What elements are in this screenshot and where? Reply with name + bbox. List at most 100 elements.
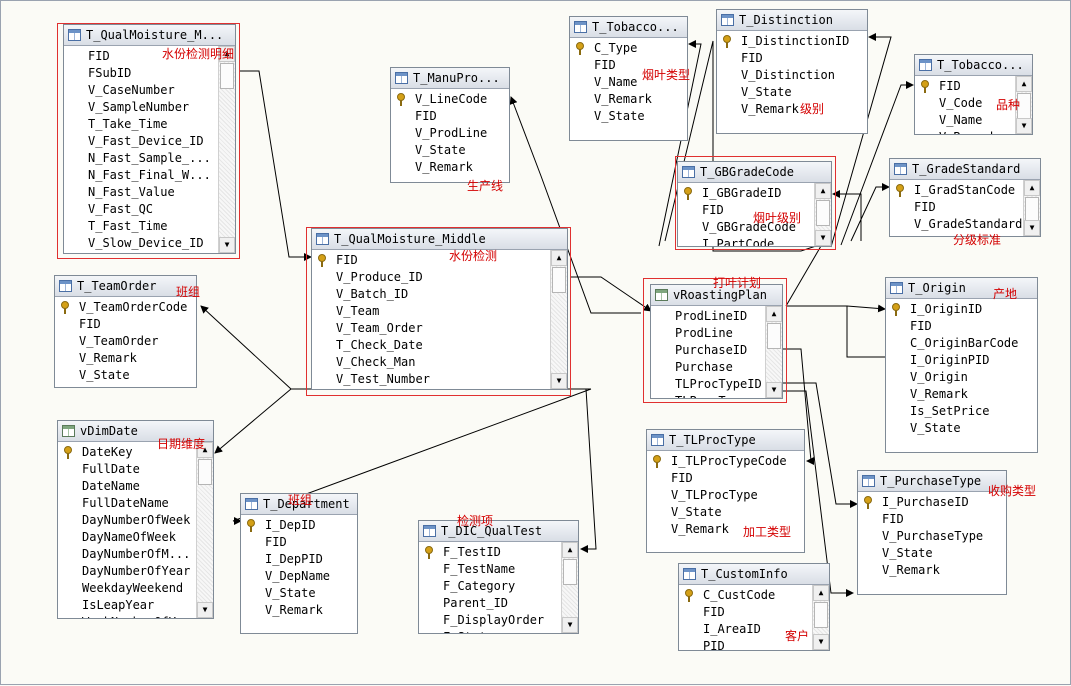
scroll-down-arrow-icon[interactable]: ▼ xyxy=(1024,220,1040,236)
column-row[interactable]: TLProcType xyxy=(651,393,762,398)
column-row[interactable]: N_Fast_Value xyxy=(64,184,211,201)
column-row[interactable]: T_Take_Time xyxy=(64,116,211,133)
scroll-thumb[interactable] xyxy=(552,267,566,293)
vertical-scrollbar[interactable]: ▲ ▼ xyxy=(812,585,829,650)
scroll-thumb[interactable] xyxy=(814,602,828,628)
scroll-up-arrow-icon[interactable]: ▲ xyxy=(1016,76,1032,92)
column-row[interactable]: V_Remark xyxy=(55,350,187,367)
scroll-thumb[interactable] xyxy=(220,63,234,89)
column-row[interactable]: C_CustCode xyxy=(679,587,775,604)
vertical-scrollbar[interactable]: ▲ ▼ xyxy=(196,442,213,618)
column-row[interactable]: ProdLine xyxy=(651,325,762,342)
column-row[interactable]: V_Test_Number xyxy=(312,371,430,388)
column-row[interactable]: FID xyxy=(717,50,849,67)
column-row[interactable]: V_Name xyxy=(915,112,997,129)
column-row[interactable]: V_State xyxy=(886,420,1018,437)
column-row[interactable]: I_OriginID xyxy=(886,301,1018,318)
scroll-up-arrow-icon[interactable]: ▲ xyxy=(815,183,831,199)
table-gbgradecode[interactable]: T_GBGradeCode I_GBGradeID FID V_GBGradeCode… xyxy=(677,161,832,247)
vertical-scrollbar[interactable]: ▲ ▼ xyxy=(814,183,831,246)
column-row[interactable]: PurchaseID xyxy=(651,342,762,359)
scroll-thumb[interactable] xyxy=(198,459,212,485)
scroll-up-arrow-icon[interactable]: ▲ xyxy=(1024,180,1040,196)
column-row[interactable]: V_Check_Man xyxy=(312,354,430,371)
column-row[interactable]: V_Name xyxy=(570,74,652,91)
table-title-bar[interactable]: T_QualMoisture_M... xyxy=(64,25,235,46)
table-title-bar[interactable]: T_PurchaseType xyxy=(858,471,1006,492)
column-row[interactable]: PID xyxy=(679,638,775,650)
column-row[interactable]: F_DisplayOrder xyxy=(419,612,544,629)
scroll-up-arrow-icon[interactable]: ▲ xyxy=(766,306,782,322)
vertical-scrollbar[interactable]: ▲ ▼ xyxy=(765,306,782,398)
column-row[interactable]: N_Fast_Sample_... xyxy=(64,150,211,167)
column-row[interactable]: FID xyxy=(647,470,787,487)
table-title-bar[interactable]: T_Tobacco... xyxy=(915,55,1032,76)
column-row[interactable]: V_Remark xyxy=(241,602,330,619)
column-row[interactable]: Purchase xyxy=(651,359,762,376)
scroll-down-arrow-icon[interactable]: ▼ xyxy=(562,617,578,633)
column-row[interactable]: V_Batch_ID xyxy=(312,286,430,303)
column-row[interactable]: V_Fast_QC xyxy=(64,201,211,218)
column-row[interactable]: V_TeamOrder xyxy=(55,333,187,350)
column-row[interactable]: TLProcTypeID xyxy=(651,376,762,393)
column-row[interactable]: FID xyxy=(570,57,652,74)
column-row[interactable]: V_State xyxy=(570,108,652,125)
column-row[interactable]: T_Fast_Time xyxy=(64,218,211,235)
table-title-bar[interactable]: T_Distinction xyxy=(717,10,867,31)
scroll-up-arrow-icon[interactable]: ▲ xyxy=(562,542,578,558)
column-row[interactable]: Parent_ID xyxy=(419,595,544,612)
vertical-scrollbar[interactable]: ▲ ▼ xyxy=(550,250,567,389)
column-row[interactable]: F_TestName xyxy=(419,561,544,578)
scroll-down-arrow-icon[interactable]: ▼ xyxy=(219,237,235,253)
column-row[interactable]: V_State xyxy=(858,545,983,562)
column-row[interactable]: V_TeamOrderCode xyxy=(55,299,187,316)
table-origin[interactable]: T_Origin I_OriginID FID C_OriginBarCode I_Or… xyxy=(885,277,1038,453)
table-qualmoisture-middle[interactable]: T_QualMoisture_Middle FID V_Produce_ID V_Ba… xyxy=(311,228,568,390)
column-row[interactable]: WeekdayWeekend xyxy=(58,580,198,597)
column-row[interactable]: V_Team xyxy=(312,303,430,320)
scroll-down-arrow-icon[interactable]: ▼ xyxy=(813,634,829,650)
column-row[interactable]: FSubID xyxy=(64,65,211,82)
column-row[interactable]: I_GradStanCode xyxy=(890,182,1022,199)
column-row[interactable]: V_State xyxy=(717,84,849,101)
column-row[interactable]: V_State xyxy=(391,142,487,159)
column-row[interactable]: V_Code xyxy=(915,95,997,112)
column-row[interactable]: V_Remark xyxy=(915,129,997,134)
column-row[interactable]: I_AreaID xyxy=(679,621,775,638)
table-department[interactable]: T_Department I_DepID FID I_DepPID V_DepName V… xyxy=(240,493,358,634)
column-row[interactable]: V_GradeStandard xyxy=(890,216,1022,233)
column-row[interactable]: V_LineCode xyxy=(391,91,487,108)
column-row[interactable]: F_TestID xyxy=(419,544,544,561)
column-row[interactable]: I_OriginPID xyxy=(886,352,1018,369)
table-title-bar[interactable]: T_TeamOrder xyxy=(55,276,196,297)
column-row[interactable]: I_TLProcTypeCode xyxy=(647,453,787,470)
table-title-bar[interactable]: T_GradeStandard xyxy=(890,159,1040,180)
view-roastingplan[interactable]: vRoastingPlan ProdLineID ProdLine PurchaseI… xyxy=(650,284,783,399)
column-row[interactable]: WeekNumberOfY... xyxy=(58,614,198,618)
column-row[interactable]: V_Remark xyxy=(717,101,849,118)
table-title-bar[interactable]: T_ManuPro... xyxy=(391,68,509,89)
column-row[interactable]: T_Check_Date xyxy=(312,337,430,354)
column-row[interactable]: I_DepID xyxy=(241,517,330,534)
vertical-scrollbar[interactable]: ▲ ▼ xyxy=(1023,180,1040,236)
column-row[interactable]: FID xyxy=(679,604,775,621)
column-row[interactable]: N_Fast_Final_W... xyxy=(64,167,211,184)
column-row[interactable]: DayNumberOfWeek xyxy=(58,512,198,529)
column-row[interactable]: V_SampleNumber xyxy=(64,99,211,116)
column-row[interactable]: V_Team_Order xyxy=(312,320,430,337)
scroll-thumb[interactable] xyxy=(816,200,830,226)
scroll-down-arrow-icon[interactable]: ▼ xyxy=(197,602,213,618)
scroll-thumb[interactable] xyxy=(767,323,781,349)
table-title-bar[interactable]: T_CustomInfo xyxy=(679,564,829,585)
scroll-up-arrow-icon[interactable]: ▲ xyxy=(551,250,567,266)
table-tobacco-variety[interactable]: T_Tobacco... FID V_Code V_Name V_Remark ▲ ▼ xyxy=(914,54,1033,135)
column-row[interactable]: DayNumberOfYear xyxy=(58,563,198,580)
table-title-bar[interactable]: T_DIC_QualTest xyxy=(419,521,578,542)
column-row[interactable]: FullDateName xyxy=(58,495,198,512)
table-title-bar[interactable]: T_TLProcType xyxy=(647,430,804,451)
column-row[interactable]: FID xyxy=(55,316,187,333)
column-row[interactable]: DateName xyxy=(58,478,198,495)
column-row[interactable]: I_PurchaseID xyxy=(858,494,983,511)
column-row[interactable]: FID xyxy=(890,199,1022,216)
scroll-down-arrow-icon[interactable]: ▼ xyxy=(766,382,782,398)
